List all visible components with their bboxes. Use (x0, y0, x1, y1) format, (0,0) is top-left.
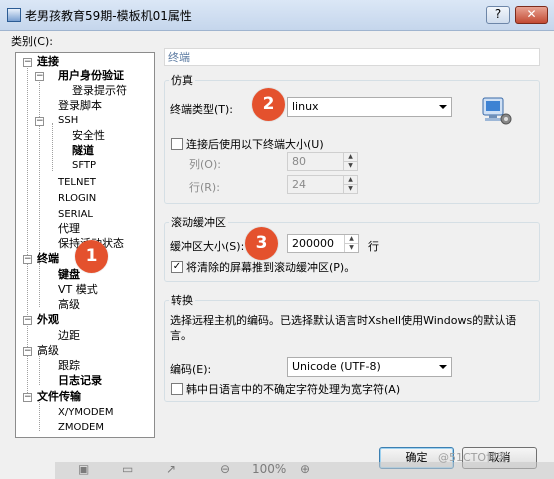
tree-item-user-auth[interactable]: 用户身份验证 (58, 69, 124, 83)
tree-item-serial[interactable]: SERIAL (58, 208, 93, 222)
tree-item-tunnel[interactable]: 隧道 (72, 144, 94, 158)
buffer-size-label: 缓冲区大小(S): (170, 240, 245, 253)
encoding-select[interactable]: Unicode (UTF-8) (287, 357, 452, 377)
window-title: 老男孩教育59期-模板机01属性 (25, 9, 192, 23)
page-icon: ▭ (122, 462, 134, 476)
tree-line (27, 63, 28, 393)
tree-item-xymodem[interactable]: X/YMODEM (58, 406, 113, 420)
annotation-badge-1: 1 (75, 240, 108, 273)
save-icon: ▣ (78, 462, 90, 476)
terminal-type-select[interactable]: linux (287, 97, 452, 117)
title-bar: 老男孩教育59期-模板机01属性 ? ✕ (0, 0, 554, 31)
conversion-group-title: 转换 (169, 292, 195, 308)
collapse-icon[interactable]: − (23, 255, 32, 264)
tree-item-advanced[interactable]: 高级 (37, 344, 59, 358)
tree-item-sftp[interactable]: SFTP (72, 159, 96, 173)
tree-item-keyboard[interactable]: 键盘 (58, 268, 80, 282)
push-cleared-checkbox[interactable]: ✓ (171, 261, 183, 273)
push-cleared-label: 将清除的屏幕推到滚动缓冲区(P)。 (186, 261, 356, 274)
collapse-icon[interactable]: − (23, 347, 32, 356)
encoding-description: 选择远程主机的编码。已选择默认语言时Xshell使用Windows的默认语言。 (170, 314, 517, 342)
tree-item-margin[interactable]: 边距 (58, 329, 80, 343)
spin-down-icon[interactable]: ▼ (344, 243, 358, 252)
spin-down-icon[interactable]: ▼ (343, 161, 357, 170)
tree-item-login-prompt[interactable]: 登录提示符 (72, 84, 127, 98)
encoding-value: Unicode (UTF-8) (292, 360, 381, 373)
tree-item-appearance[interactable]: 外观 (37, 313, 59, 327)
share-icon: ↗ (166, 462, 177, 476)
emulation-group-title: 仿真 (169, 72, 195, 88)
cols-value: 80 (292, 155, 306, 168)
section-title: 终端 (164, 48, 540, 66)
cjk-wide-label: 韩中日语言中的不确定字符处理为宽字符(A) (186, 383, 401, 396)
tree-item-login-script[interactable]: 登录脚本 (58, 99, 102, 113)
cjk-wide-checkbox[interactable] (171, 383, 183, 395)
collapse-icon[interactable]: − (35, 117, 44, 126)
chevron-down-icon (439, 105, 447, 109)
collapse-icon[interactable]: − (23, 58, 32, 67)
rows-label: 行(R): (189, 181, 220, 194)
collapse-icon[interactable]: − (23, 316, 32, 325)
use-size-checkbox[interactable] (171, 138, 183, 150)
spin-up-icon[interactable]: ▲ (344, 235, 358, 243)
spin-up-icon[interactable]: ▲ (343, 153, 357, 161)
watermark: @51CTO博客 (438, 451, 509, 464)
spin-up-icon[interactable]: ▲ (343, 176, 357, 184)
tree-item-vt-mode[interactable]: VT 模式 (58, 283, 98, 297)
terminal-type-label: 终端类型(T): (170, 103, 234, 116)
tree-line (52, 123, 53, 171)
chevron-down-icon (439, 365, 447, 369)
cols-spinner[interactable]: 80 ▲ ▼ (287, 152, 358, 171)
window-icon (7, 8, 21, 22)
tree-item-proxy[interactable]: 代理 (58, 222, 80, 236)
encoding-label: 编码(E): (170, 363, 212, 376)
tree-item-ssh[interactable]: SSH (58, 114, 78, 128)
buffer-unit-label: 行 (368, 240, 379, 253)
zoom-in-icon: ⊕ (300, 462, 311, 476)
collapse-icon[interactable]: − (23, 393, 32, 402)
properties-dialog: 老男孩教育59期-模板机01属性 ? ✕ 类别(C): − 连接 − 用户身份验… (0, 0, 554, 479)
tree-item-telnet[interactable]: TELNET (58, 176, 96, 190)
collapse-icon[interactable]: − (35, 72, 44, 81)
close-button[interactable]: ✕ (515, 6, 548, 24)
spin-down-icon[interactable]: ▼ (343, 184, 357, 193)
tree-line (39, 79, 40, 269)
cols-label: 列(O): (189, 158, 221, 171)
tree-item-terminal[interactable]: 终端 (37, 252, 59, 266)
terminal-type-value: linux (292, 100, 319, 113)
tree-item-connection[interactable]: 连接 (37, 55, 59, 69)
rows-value: 24 (292, 178, 306, 191)
annotation-badge-3: 3 (245, 227, 278, 260)
tree-item-file-transfer[interactable]: 文件传输 (37, 390, 81, 404)
tree-item-advanced-terminal[interactable]: 高级 (58, 298, 80, 312)
scroll-buffer-group-title: 滚动缓冲区 (169, 214, 228, 230)
tree-item-trace[interactable]: 跟踪 (58, 359, 80, 373)
tree-item-logging[interactable]: 日志记录 (58, 374, 102, 388)
category-label: 类别(C): (11, 35, 53, 48)
tree-item-rlogin[interactable]: RLOGIN (58, 192, 96, 206)
buffer-size-value: 200000 (292, 237, 334, 250)
zoom-out-icon: ⊖ (220, 462, 231, 476)
tree-line (39, 263, 40, 307)
rows-spinner[interactable]: 24 ▲ ▼ (287, 175, 358, 194)
terminal-settings-icon (482, 97, 512, 125)
tree-item-security[interactable]: 安全性 (72, 129, 105, 143)
tree-item-zmodem[interactable]: ZMODEM (58, 421, 104, 435)
help-button[interactable]: ? (486, 6, 510, 24)
use-size-label: 连接后使用以下终端大小(U) (186, 138, 324, 151)
annotation-badge-2: 2 (252, 88, 285, 121)
zoom-level: 100% (252, 462, 287, 476)
buffer-size-spinner[interactable]: 200000 ▲ ▼ (287, 234, 359, 253)
